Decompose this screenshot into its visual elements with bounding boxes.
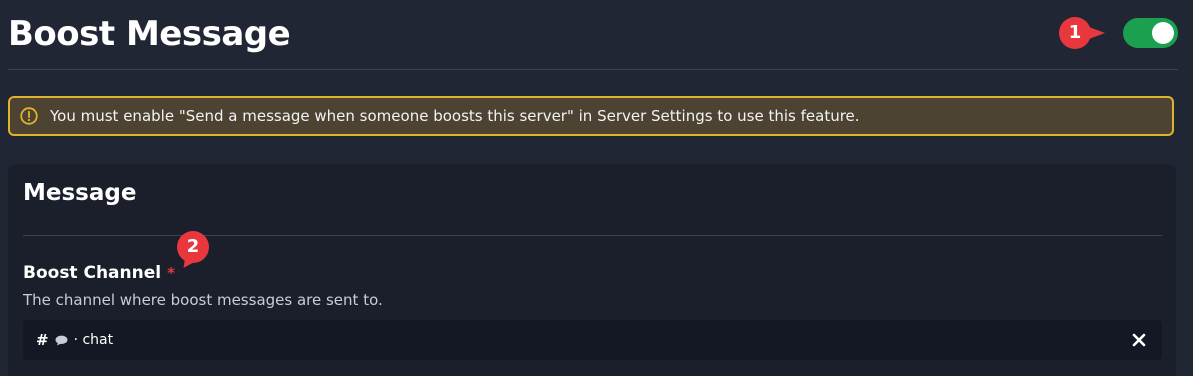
boost-channel-label-text: Boost Channel	[23, 263, 162, 283]
warning-circle-icon	[20, 107, 38, 125]
annotation-marker-1: 1	[1059, 17, 1105, 49]
boost-channel-label: Boost Channel *	[23, 263, 175, 283]
annotation-marker-2: 2	[177, 231, 209, 263]
boost-message-toggle[interactable]	[1123, 18, 1178, 48]
boost-channel-description: The channel where boost messages are sen…	[23, 291, 383, 309]
close-icon[interactable]	[1131, 332, 1147, 348]
warning-banner: You must enable "Send a message when som…	[8, 96, 1174, 136]
boost-channel-select[interactable]: # · chat	[23, 320, 1162, 360]
header-divider	[8, 69, 1178, 70]
section-title: Message	[23, 180, 137, 206]
speech-bubble-icon	[55, 335, 68, 345]
page-title: Boost Message	[8, 14, 291, 54]
selected-channel-name: · chat	[73, 332, 114, 348]
toggle-knob	[1152, 22, 1174, 44]
channel-hash-icon: #	[36, 331, 49, 349]
boost-message-page: Boost Message 1 You must enable "Send a …	[0, 0, 1193, 376]
warning-text: You must enable "Send a message when som…	[50, 107, 860, 125]
required-indicator: *	[167, 264, 175, 282]
message-section-card: Message Boost Channel * The channel where…	[8, 164, 1176, 376]
